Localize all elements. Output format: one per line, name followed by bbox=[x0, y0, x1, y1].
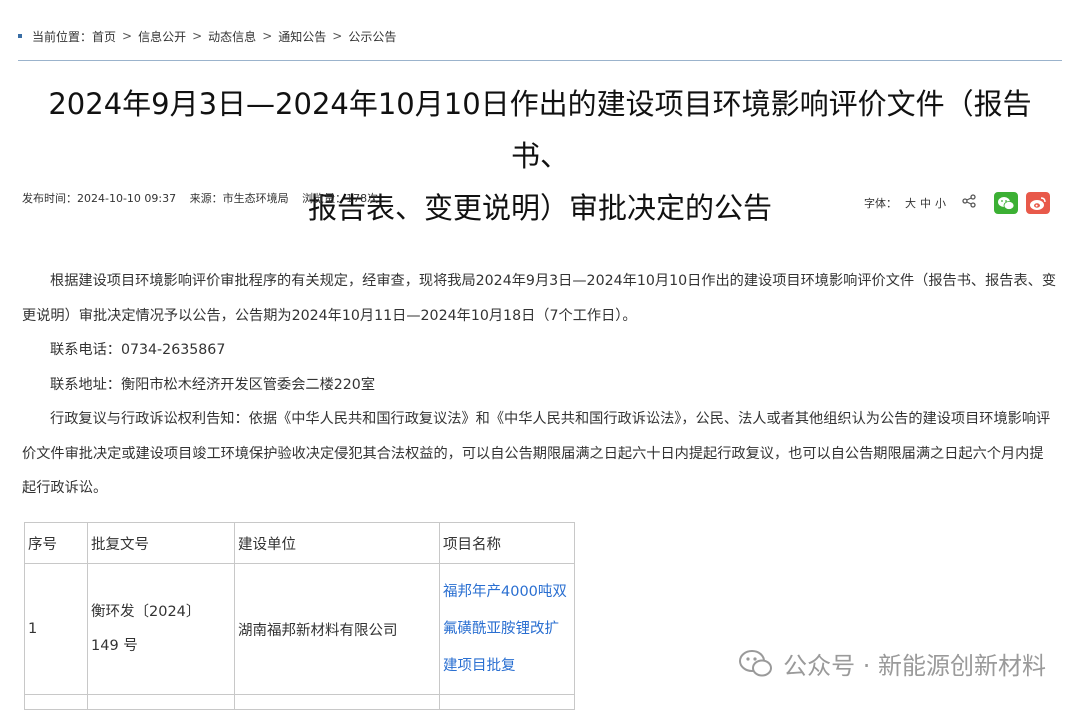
project-line2: 氟磺酰亚胺锂改扩 bbox=[443, 620, 559, 637]
share-icon[interactable] bbox=[962, 194, 976, 212]
font-size-small[interactable]: 小 bbox=[935, 195, 946, 211]
weibo-icon[interactable] bbox=[1026, 192, 1050, 214]
col-header-project: 项目名称 bbox=[439, 522, 575, 564]
publish-time: 发布时间：2024-10-10 09:37 bbox=[22, 192, 177, 205]
bullet-icon bbox=[18, 34, 22, 38]
doc-number-line1: 衡环发〔2024〕 bbox=[91, 604, 201, 620]
breadcrumb-separator: > bbox=[332, 29, 343, 43]
breadcrumb-news[interactable]: 动态信息 bbox=[208, 28, 256, 45]
body-paragraph-intro: 根据建设项目环境影响评价审批程序的有关规定，经审查，现将我局2024年9月3日—… bbox=[22, 273, 1057, 324]
font-size-label: 字体： bbox=[864, 197, 897, 210]
col-header-doc-number: 批复文号 bbox=[87, 522, 235, 564]
cell-project: 福邦年产4000吨双 氟磺酰亚胺锂改扩 建项目批复 bbox=[439, 563, 575, 695]
breadcrumb-announcements[interactable]: 公示公告 bbox=[348, 28, 396, 45]
breadcrumb-separator: > bbox=[122, 29, 133, 43]
doc-number-line2: 149 号 bbox=[91, 638, 138, 654]
cell-no: 1 bbox=[24, 563, 88, 695]
font-size-medium[interactable]: 中 bbox=[920, 195, 931, 211]
breadcrumb-label: 当前位置： bbox=[32, 29, 93, 44]
project-link[interactable]: 福邦年产4000吨双 氟磺酰亚胺锂改扩 建项目批复 bbox=[443, 584, 567, 674]
table-row-partial bbox=[24, 694, 575, 710]
article-body: 根据建设项目环境影响评价审批程序的有关规定，经审查，现将我局2024年9月3日—… bbox=[22, 264, 1056, 506]
breadcrumb-separator: > bbox=[192, 29, 203, 43]
source: 来源：市生态环境局 bbox=[189, 192, 289, 205]
approval-table: 序号 批复文号 建设单位 项目名称 1 衡环发〔2024〕 149 号 湖南福邦… bbox=[24, 522, 575, 710]
breadcrumb: 当前位置： 首页 > 信息公开 > 动态信息 > 通知公告 > 公示公告 bbox=[18, 26, 396, 46]
rights-notice: 行政复议与行政诉讼权利告知：依据《中华人民共和国行政复议法》和《中华人民共和国行… bbox=[22, 411, 1051, 496]
col-header-unit: 建设单位 bbox=[234, 522, 440, 564]
header-divider bbox=[18, 60, 1062, 61]
cell-doc-number: 衡环发〔2024〕 149 号 bbox=[87, 563, 235, 695]
table-row: 1 衡环发〔2024〕 149 号 湖南福邦新材料有限公司 福邦年产4000吨双… bbox=[24, 563, 575, 695]
col-header-no: 序号 bbox=[24, 522, 88, 564]
breadcrumb-notices[interactable]: 通知公告 bbox=[278, 28, 326, 45]
wechat-bubble-icon bbox=[739, 649, 773, 676]
font-size-large[interactable]: 大 bbox=[905, 195, 916, 211]
contact-address: 联系地址：衡阳市松木经济开发区管委会二楼220室 bbox=[50, 376, 376, 393]
breadcrumb-home[interactable]: 首页 bbox=[92, 28, 116, 45]
view-count: 浏览量：178次 bbox=[302, 192, 379, 205]
breadcrumb-separator: > bbox=[262, 29, 273, 43]
watermark-text: 公众号 · 新能源创新材料 bbox=[783, 652, 1046, 680]
cell-unit: 湖南福邦新材料有限公司 bbox=[234, 563, 440, 695]
article-tools: 字体： 大 中 小 bbox=[864, 190, 1050, 216]
wechat-icon[interactable] bbox=[994, 192, 1018, 214]
contact-phone: 联系电话：0734-2635867 bbox=[50, 342, 226, 358]
article-meta: 发布时间：2024-10-10 09:37 来源：市生态环境局 浏览量：178次 bbox=[22, 190, 388, 206]
table-header-row: 序号 批复文号 建设单位 项目名称 bbox=[24, 522, 575, 564]
breadcrumb-info-public[interactable]: 信息公开 bbox=[138, 28, 186, 45]
project-line1: 福邦年产4000吨双 bbox=[443, 583, 567, 600]
page-title-line1: 2024年9月3日—2024年10月10日作出的建设项目环境影响评价文件（报告书… bbox=[48, 87, 1032, 173]
project-line3: 建项目批复 bbox=[443, 657, 516, 674]
watermark: 公众号 · 新能源创新材料 bbox=[739, 646, 1046, 681]
